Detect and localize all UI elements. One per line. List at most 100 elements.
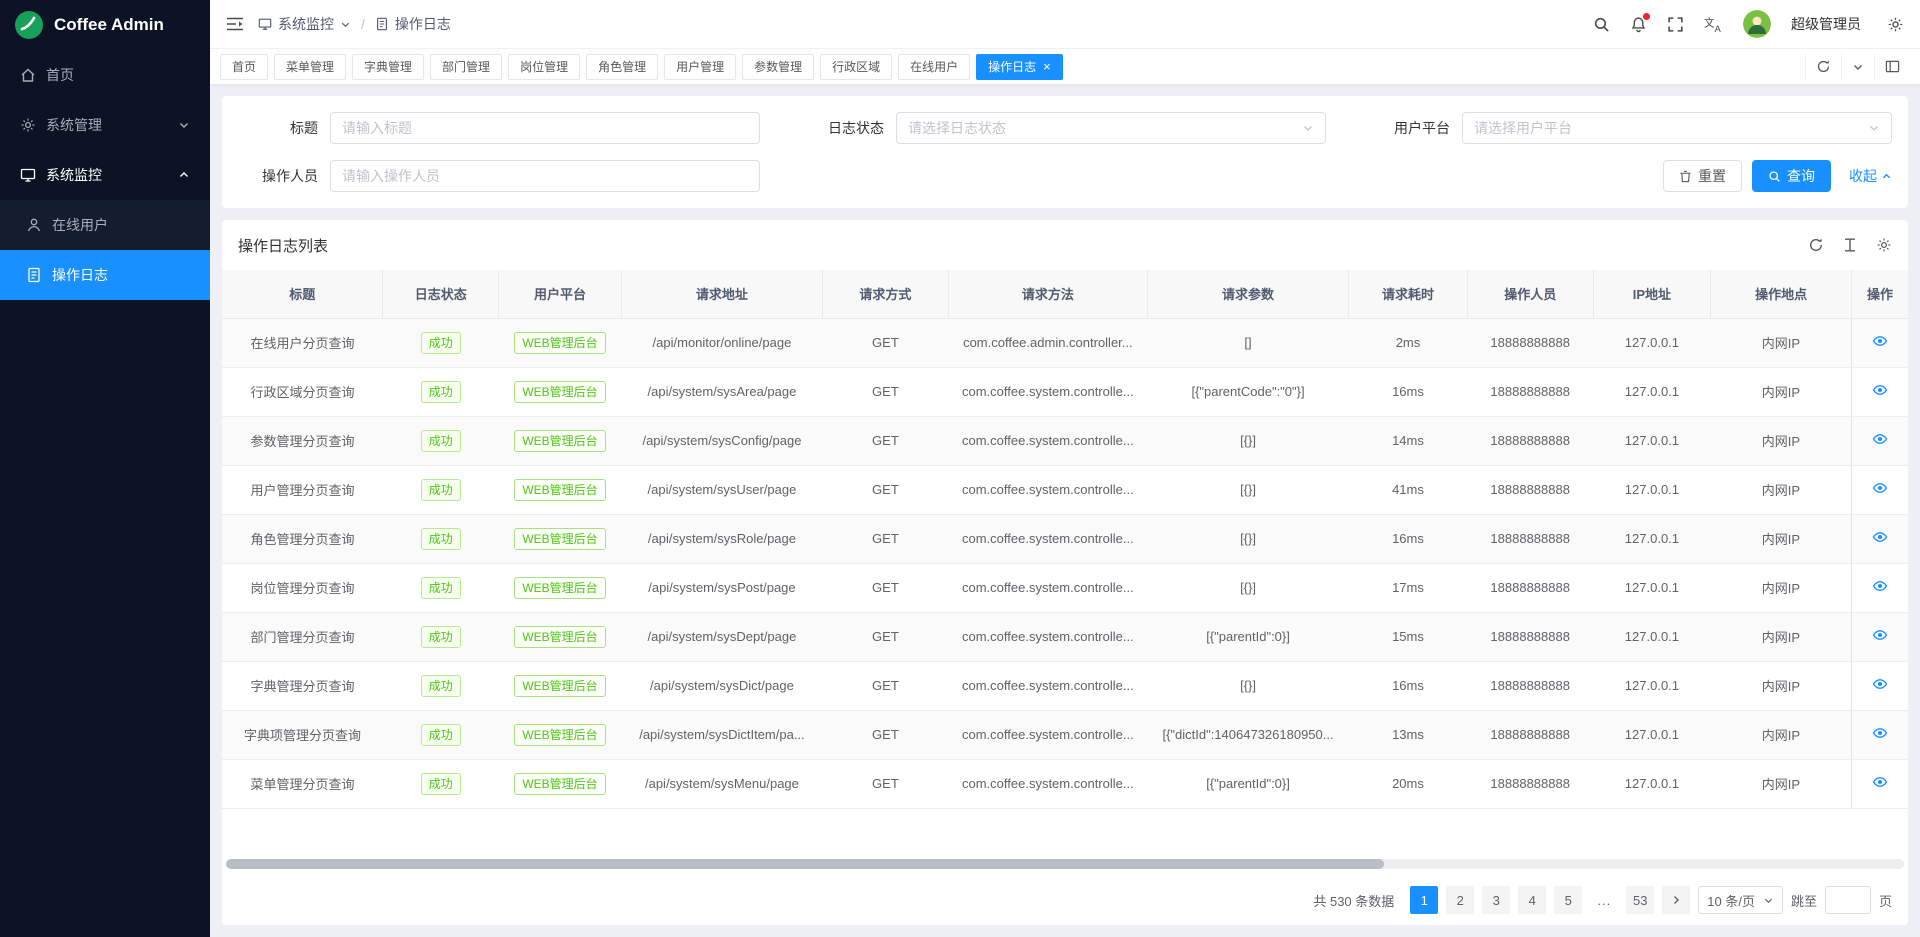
tab[interactable]: 岗位管理 × [508,54,580,80]
platform-badge: WEB管理后台 [514,479,605,501]
cell-operator: 18888888888 [1467,465,1593,514]
cell-status: 成功 [383,710,499,759]
next-page-button[interactable] [1662,886,1690,914]
chevron-down-icon[interactable] [340,19,351,30]
view-icon[interactable] [1872,382,1888,398]
operator-input[interactable] [330,160,760,192]
chevron-down-icon [1302,122,1314,134]
platform-badge: WEB管理后台 [514,675,605,697]
fullscreen-icon[interactable] [1667,16,1684,33]
status-badge: 成功 [421,773,461,795]
tab[interactable]: 操作日志 × [976,54,1063,80]
cell-location: 内网IP [1711,416,1852,465]
tab[interactable]: 用户管理 × [664,54,736,80]
tab-dropdown-icon[interactable] [1841,54,1874,80]
page-button[interactable]: 1 [1410,886,1438,914]
translate-icon[interactable]: 文A [1704,16,1723,33]
page-button[interactable]: 4 [1518,886,1546,914]
app-logo[interactable]: Coffee Admin [0,0,210,50]
page-button-list: 1 2 3 4 5 ... 53 [1410,886,1654,914]
title-input[interactable] [330,112,760,144]
view-icon[interactable] [1872,529,1888,545]
breadcrumb-item[interactable]: 系统监控 [278,14,334,34]
view-icon[interactable] [1872,676,1888,692]
view-icon[interactable] [1872,725,1888,741]
jump-page-input[interactable] [1825,886,1871,914]
tab[interactable]: 行政区域 × [820,54,892,80]
page-button[interactable]: ... [1590,886,1618,914]
cell-request-method: GET [823,514,949,563]
sidebar-item-online-users[interactable]: 在线用户 [0,200,210,250]
cell-platform: WEB管理后台 [499,759,622,808]
sidebar-item-system-monitor[interactable]: 系统监控 [0,150,210,200]
row-height-icon[interactable] [1842,237,1858,253]
table-row: 岗位管理分页查询 成功 WEB管理后台 /api/system/sysPost/… [222,563,1908,612]
view-icon[interactable] [1872,431,1888,447]
cell-title: 角色管理分页查询 [222,514,383,563]
page-button[interactable]: 5 [1554,886,1582,914]
page-button[interactable]: 2 [1446,886,1474,914]
tab[interactable]: 角色管理 × [586,54,658,80]
reset-button[interactable]: 重置 [1663,160,1742,192]
tab-refresh-icon[interactable] [1805,54,1841,80]
chevron-down-icon [1763,895,1774,906]
scrollbar-thumb[interactable] [226,859,1384,869]
search-icon[interactable] [1593,16,1610,33]
sidebar-item-home[interactable]: 首页 [0,50,210,100]
settings-gear-icon[interactable] [1887,16,1904,33]
tab[interactable]: 菜单管理 × [274,54,346,80]
view-icon[interactable] [1872,774,1888,790]
cell-platform: WEB管理后台 [499,416,622,465]
cell-request-function: com.coffee.system.controlle... [948,759,1147,808]
tab[interactable]: 首页 × [220,54,268,80]
cell-ip: 127.0.0.1 [1593,710,1711,759]
tab-close-icon[interactable]: × [1043,60,1051,73]
search-button[interactable]: 查询 [1752,160,1831,192]
view-icon[interactable] [1872,578,1888,594]
column-settings-gear-icon[interactable] [1876,237,1892,253]
page-button[interactable]: 3 [1482,886,1510,914]
view-icon[interactable] [1872,627,1888,643]
sidebar-collapse-icon[interactable] [226,16,244,32]
monitor-icon [258,17,272,31]
page-size-select[interactable]: 10 条/页 [1698,886,1783,914]
column-header: 日志状态 [383,270,499,318]
refresh-icon[interactable] [1808,237,1824,253]
user-name[interactable]: 超级管理员 [1791,14,1861,34]
status-select[interactable]: 请选择日志状态 [896,112,1326,144]
bell-icon[interactable] [1630,16,1647,33]
view-icon[interactable] [1872,480,1888,496]
tab[interactable]: 参数管理 × [742,54,814,80]
tab[interactable]: 部门管理 × [430,54,502,80]
platform-select[interactable]: 请选择用户平台 [1462,112,1892,144]
collapse-filter-link[interactable]: 收起 [1849,166,1892,186]
table-row: 在线用户分页查询 成功 WEB管理后台 /api/monitor/online/… [222,318,1908,367]
cell-status: 成功 [383,612,499,661]
cell-request-method: GET [823,661,949,710]
avatar[interactable] [1743,10,1771,38]
sidebar-item-system-management[interactable]: 系统管理 [0,100,210,150]
page-button[interactable]: 53 [1626,886,1654,914]
sidebar-item-operation-log[interactable]: 操作日志 [0,250,210,300]
cell-request-method: GET [823,710,949,759]
column-header: 标题 [222,270,383,318]
cell-actions [1852,563,1908,612]
tab-label: 参数管理 [754,58,802,75]
cell-location: 内网IP [1711,563,1852,612]
cell-ip: 127.0.0.1 [1593,465,1711,514]
view-icon[interactable] [1872,333,1888,349]
tab[interactable]: 在线用户 × [898,54,970,80]
operation-log-table: 标题 日志状态 用户平台 请求地址 请求方式 请求方法 请求参数 请求耗时 操作… [222,270,1908,809]
tab-label: 角色管理 [598,58,646,75]
cell-operator: 18888888888 [1467,710,1593,759]
cell-status: 成功 [383,416,499,465]
tab[interactable]: 字典管理 × [352,54,424,80]
cell-request-url: /api/system/sysDictItem/pa... [621,710,822,759]
horizontal-scrollbar[interactable] [226,859,1904,869]
cell-duration: 16ms [1349,514,1468,563]
tab-list: 首页 × 菜单管理 × 字典管理 × 部门管理 × [220,54,1805,80]
cell-title: 菜单管理分页查询 [222,759,383,808]
layout-icon[interactable] [1874,54,1910,80]
cell-location: 内网IP [1711,465,1852,514]
svg-text:文: 文 [1704,16,1715,29]
